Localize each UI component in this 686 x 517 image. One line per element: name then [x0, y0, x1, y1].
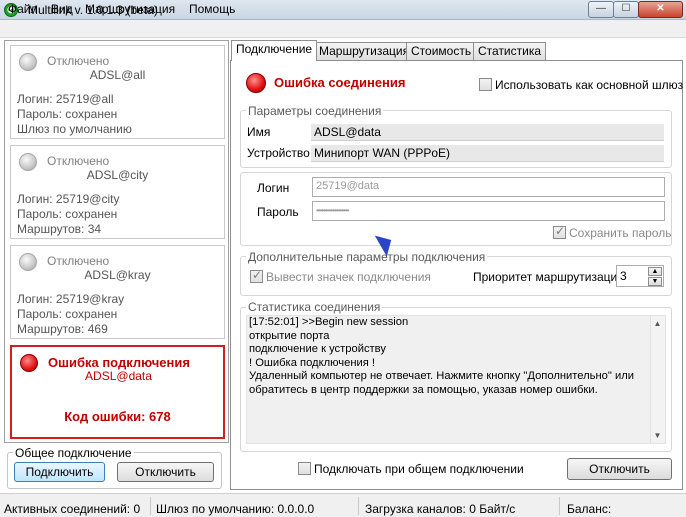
use-main-gateway-label[interactable]: Использовать как основной шлюз — [495, 78, 683, 92]
log-line: подключение к устройству — [249, 343, 386, 356]
tab-connection[interactable]: Подключение — [231, 40, 318, 61]
menu-file[interactable]: Файл — [8, 2, 38, 16]
status-separator — [559, 497, 560, 515]
connection-name: ADSL@data — [85, 369, 152, 383]
scroll-up-icon[interactable]: ▲ — [650, 316, 665, 331]
connection-list: Отключено ADSL@all Логин: 25719@all Паро… — [4, 40, 229, 443]
use-main-gateway-checkbox[interactable] — [479, 78, 492, 91]
shared-connection-title: Общее подключение — [13, 446, 134, 460]
device-label: Устройство — [247, 146, 310, 160]
connection-card-data[interactable]: Ошибка подключения ADSL@data Код ошибки:… — [10, 345, 225, 439]
menu-help[interactable]: Помощь — [189, 2, 235, 16]
connection-name: ADSL@kray — [84, 268, 151, 282]
connection-stats-title: Статистика соединения — [246, 300, 383, 314]
show-icon-checkbox[interactable] — [250, 268, 263, 283]
login-label: Логин — [257, 181, 290, 195]
device-value: Минипорт WAN (PPPoE) — [311, 145, 664, 162]
connection-extra: Шлюз по умолчанию — [17, 122, 132, 136]
status-gateway: Шлюз по умолчанию: 0.0.0.0 — [156, 502, 315, 516]
connection-password: Пароль: сохранен — [17, 307, 118, 321]
connection-login: Логин: 25719@all — [17, 92, 114, 106]
scroll-down-icon[interactable]: ▼ — [650, 428, 665, 443]
connection-status: Отключено — [47, 54, 110, 68]
name-value: ADSL@data — [311, 124, 664, 141]
connection-password: Пароль: сохранен — [17, 207, 118, 221]
maximize-button[interactable]: ☐ — [613, 1, 639, 18]
error-code: Код ошибки: 678 — [64, 409, 171, 424]
spin-down-icon[interactable]: ▼ — [648, 277, 662, 286]
close-button[interactable]: ✕ — [638, 1, 683, 18]
connect-button[interactable]: Подключить — [14, 462, 105, 482]
spin-up-icon[interactable]: ▲ — [648, 267, 662, 276]
save-password-checkbox[interactable] — [553, 224, 566, 239]
log-line: [17:52:01] >>Begin new session — [249, 316, 409, 328]
log-scrollbar[interactable] — [650, 316, 665, 443]
tab-statistics[interactable]: Статистика — [473, 42, 547, 60]
connection-name: ADSL@city — [86, 168, 149, 182]
login-input[interactable]: 25719@data — [312, 177, 665, 197]
connection-name: ADSL@all — [89, 68, 146, 82]
connection-status: Отключено — [47, 154, 110, 168]
tab-routing[interactable]: Маршрутизация — [314, 42, 415, 60]
connection-params-title: Параметры соединения — [246, 104, 384, 118]
log-line: Удаленный компьютер не отвечает. Нажмите… — [249, 370, 635, 383]
connection-extra: Маршрутов: 34 — [17, 222, 102, 236]
status-separator — [358, 497, 359, 515]
password-input[interactable]: •••••••••••••••••• — [312, 201, 665, 221]
password-label: Пароль — [257, 205, 299, 219]
save-password-label[interactable]: Сохранить пароль — [569, 226, 671, 240]
connection-card-city[interactable]: Отключено ADSL@city Логин: 25719@city Па… — [10, 145, 225, 239]
connection-status: Ошибка подключения — [48, 355, 190, 370]
connection-login: Логин: 25719@kray — [17, 292, 125, 306]
status-active-connections: Активных соединений: 0 — [4, 502, 141, 516]
show-icon-label[interactable]: Вывести значек подключения — [266, 270, 431, 284]
log-line: открытие порта — [249, 329, 330, 342]
minimize-button[interactable]: — — [588, 1, 614, 18]
menu-routing[interactable]: Маршрутизация — [85, 2, 175, 16]
connect-on-shared-checkbox[interactable] — [298, 462, 311, 475]
connection-login: Логин: 25719@city — [17, 192, 120, 206]
disconnect-all-button[interactable]: Отключить — [117, 462, 214, 482]
tab-cost[interactable]: Стоимость — [406, 42, 477, 60]
connection-error-title: Ошибка соединения — [274, 75, 406, 90]
connection-password: Пароль: сохранен — [17, 107, 118, 121]
status-separator — [150, 497, 151, 515]
error-status-icon — [246, 73, 266, 93]
name-label: Имя — [247, 125, 271, 139]
status-balance: Баланс: (недоступно) — [567, 502, 639, 517]
priority-value[interactable]: 3 — [620, 269, 627, 283]
log-lines: [17:52:01] >>Begin new session открытие … — [249, 316, 647, 398]
extra-params-title: Дополнительные параметры подключения — [246, 250, 488, 264]
connection-extra: Маршрутов: 469 — [17, 322, 108, 336]
connection-status: Отключено — [47, 254, 110, 268]
menu-bar — [0, 20, 686, 38]
connect-on-shared-label[interactable]: Подключать при общем подключении — [314, 462, 524, 476]
priority-label: Приоритет маршрутизации — [473, 270, 624, 284]
log-line: ! Ошибка подключения ! — [249, 356, 376, 369]
connection-card-kray[interactable]: Отключено ADSL@kray Логин: 25719@kray Па… — [10, 245, 225, 339]
log-line: обратитесь в центр поддержки за помощью,… — [249, 383, 598, 396]
connection-card-all[interactable]: Отключено ADSL@all Логин: 25719@all Паро… — [10, 45, 225, 139]
menu-view[interactable]: Вид — [51, 2, 73, 16]
status-load: Загрузка каналов: 0 Байт/с — [365, 502, 516, 516]
disconnect-button[interactable]: Отключить — [567, 458, 672, 480]
